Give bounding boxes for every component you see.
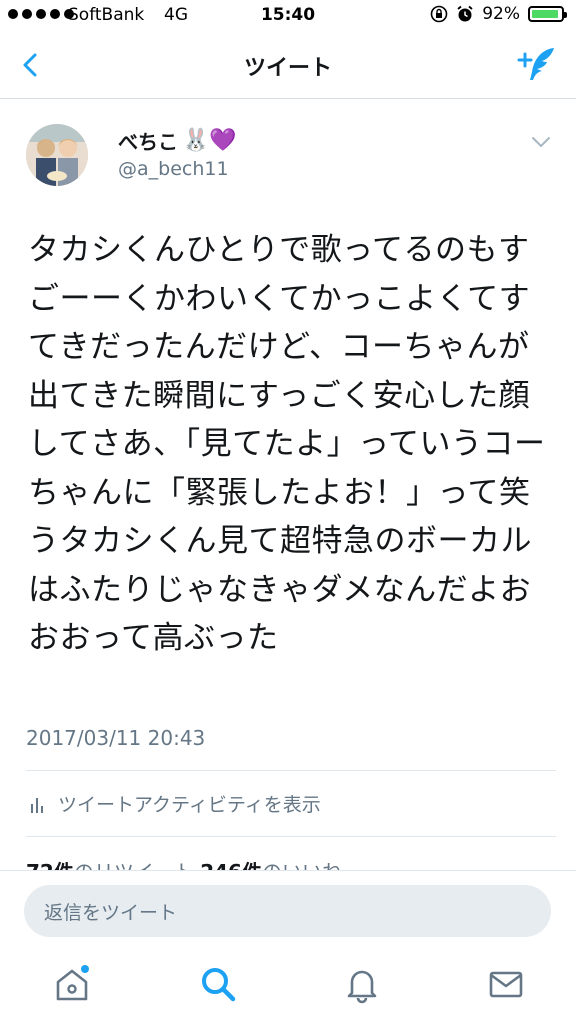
status-bar: SoftBank 4G 15:40 92% <box>0 0 576 34</box>
divider <box>26 836 556 837</box>
chevron-down-icon[interactable] <box>530 134 552 150</box>
messages-icon[interactable] <box>486 964 526 1004</box>
author-handle[interactable]: @a_bech11 <box>118 158 229 180</box>
tweet-activity-link[interactable]: ツイートアクティビティを表示 <box>30 790 321 817</box>
tweet-timestamp: 2017/03/11 20:43 <box>26 726 206 750</box>
home-icon[interactable] <box>52 964 92 1004</box>
activity-chart-icon <box>31 797 43 813</box>
nav-bar: ツイート <box>0 34 576 99</box>
reply-input[interactable]: 返信をツイート <box>24 885 551 937</box>
battery-icon <box>528 6 567 22</box>
battery-percent: 92% <box>482 4 520 24</box>
avatar-illustration <box>26 124 88 186</box>
author-name-row[interactable]: べちこ 🐰💜 <box>118 126 237 155</box>
reply-placeholder: 返信をツイート <box>44 901 178 924</box>
notifications-icon[interactable] <box>342 964 382 1004</box>
divider <box>26 770 556 771</box>
status-indicators: 92% <box>430 4 567 24</box>
battery-level <box>532 10 558 18</box>
compose-tweet-icon[interactable] <box>516 44 558 86</box>
author-name: べちこ <box>118 130 178 154</box>
rotation-lock-icon <box>430 5 448 23</box>
author-emoji: 🐰💜 <box>182 128 237 153</box>
page-title: ツイート <box>243 56 332 81</box>
tab-bar <box>0 952 576 1024</box>
avatar[interactable] <box>26 124 88 186</box>
activity-label: ツイートアクティビティを表示 <box>58 794 321 816</box>
alarm-icon <box>457 5 473 22</box>
reply-bar: 返信をツイート <box>0 870 576 953</box>
search-icon[interactable] <box>198 964 238 1004</box>
tweet-text: タカシくんひとりで歌ってるのもすごーーくかわいくてかっこよくてすてきだったんだけ… <box>28 232 546 656</box>
